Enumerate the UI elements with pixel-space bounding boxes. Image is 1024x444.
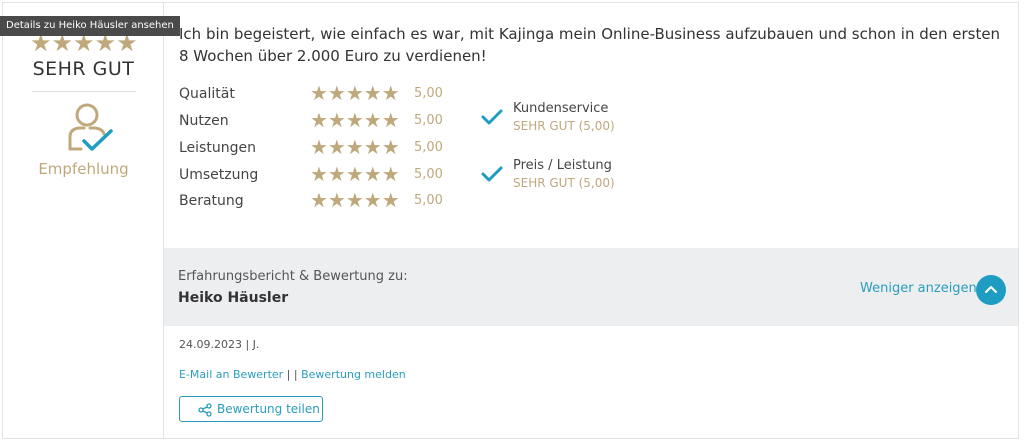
star-rating: ★★★★★ xyxy=(310,108,400,132)
share-review-button[interactable]: Bewertung teilen xyxy=(179,396,323,422)
rating-label: Leistungen xyxy=(179,140,256,156)
star-rating: ★★★★★ xyxy=(310,81,400,105)
checkmark-icon xyxy=(481,109,503,129)
summary-divider xyxy=(32,91,136,92)
criterion-value: SEHR GUT (5,00) xyxy=(513,176,615,190)
rating-label: Beratung xyxy=(179,193,244,209)
criterion-value: SEHR GUT (5,00) xyxy=(513,119,615,133)
criterion-name: Kundenservice xyxy=(513,101,609,116)
share-icon xyxy=(198,403,212,420)
rating-value: 5,00 xyxy=(414,167,443,182)
rating-value: 5,00 xyxy=(414,140,443,155)
reviewer-details-tooltip: Details zu Heiko Häusler ansehen xyxy=(0,16,180,36)
rating-value: 5,00 xyxy=(414,86,443,101)
review-date-author: 24.09.2023 | J. xyxy=(179,338,260,351)
reviewed-person-band: Erfahrungsbericht & Bewertung zu: Heiko … xyxy=(164,248,1018,326)
report-review-link[interactable]: Bewertung melden xyxy=(301,368,406,381)
chevron-up-icon xyxy=(985,286,997,293)
star-rating: ★★★★★ xyxy=(310,188,400,212)
recommendation-label: Empfehlung xyxy=(38,160,129,178)
rating-label: Nutzen xyxy=(179,113,229,129)
rating-label: Umsetzung xyxy=(179,167,259,183)
review-card: ★★★★★ SEHR GUT Empfehlung Ich bin begeis… xyxy=(2,2,1019,439)
overall-rating-label: SEHR GUT xyxy=(32,58,135,80)
email-reviewer-link[interactable]: E-Mail an Bewerter xyxy=(179,368,283,381)
star-rating: ★★★★★ xyxy=(310,135,400,159)
link-separator: | | xyxy=(283,368,302,381)
rating-label: Qualität xyxy=(179,86,235,102)
rating-value: 5,00 xyxy=(414,113,443,128)
reviewed-person-name: Heiko Häusler xyxy=(178,290,289,306)
criterion-name: Preis / Leistung xyxy=(513,158,612,173)
star-rating: ★★★★★ xyxy=(310,162,400,186)
collapse-button[interactable] xyxy=(976,275,1006,305)
review-summary-column: ★★★★★ SEHR GUT Empfehlung xyxy=(3,3,164,438)
person-check-icon xyxy=(65,101,115,157)
rating-value: 5,00 xyxy=(414,193,443,208)
share-button-label: Bewertung teilen xyxy=(217,402,320,416)
review-text: Ich bin begeistert, wie einfach es war, … xyxy=(179,25,1001,65)
review-actions: E-Mail an Bewerter | | Bewertung melden xyxy=(179,368,406,381)
checkmark-icon xyxy=(481,166,503,186)
band-caption: Erfahrungsbericht & Bewertung zu: xyxy=(178,269,408,284)
show-less-link[interactable]: Weniger anzeigen xyxy=(860,281,977,296)
